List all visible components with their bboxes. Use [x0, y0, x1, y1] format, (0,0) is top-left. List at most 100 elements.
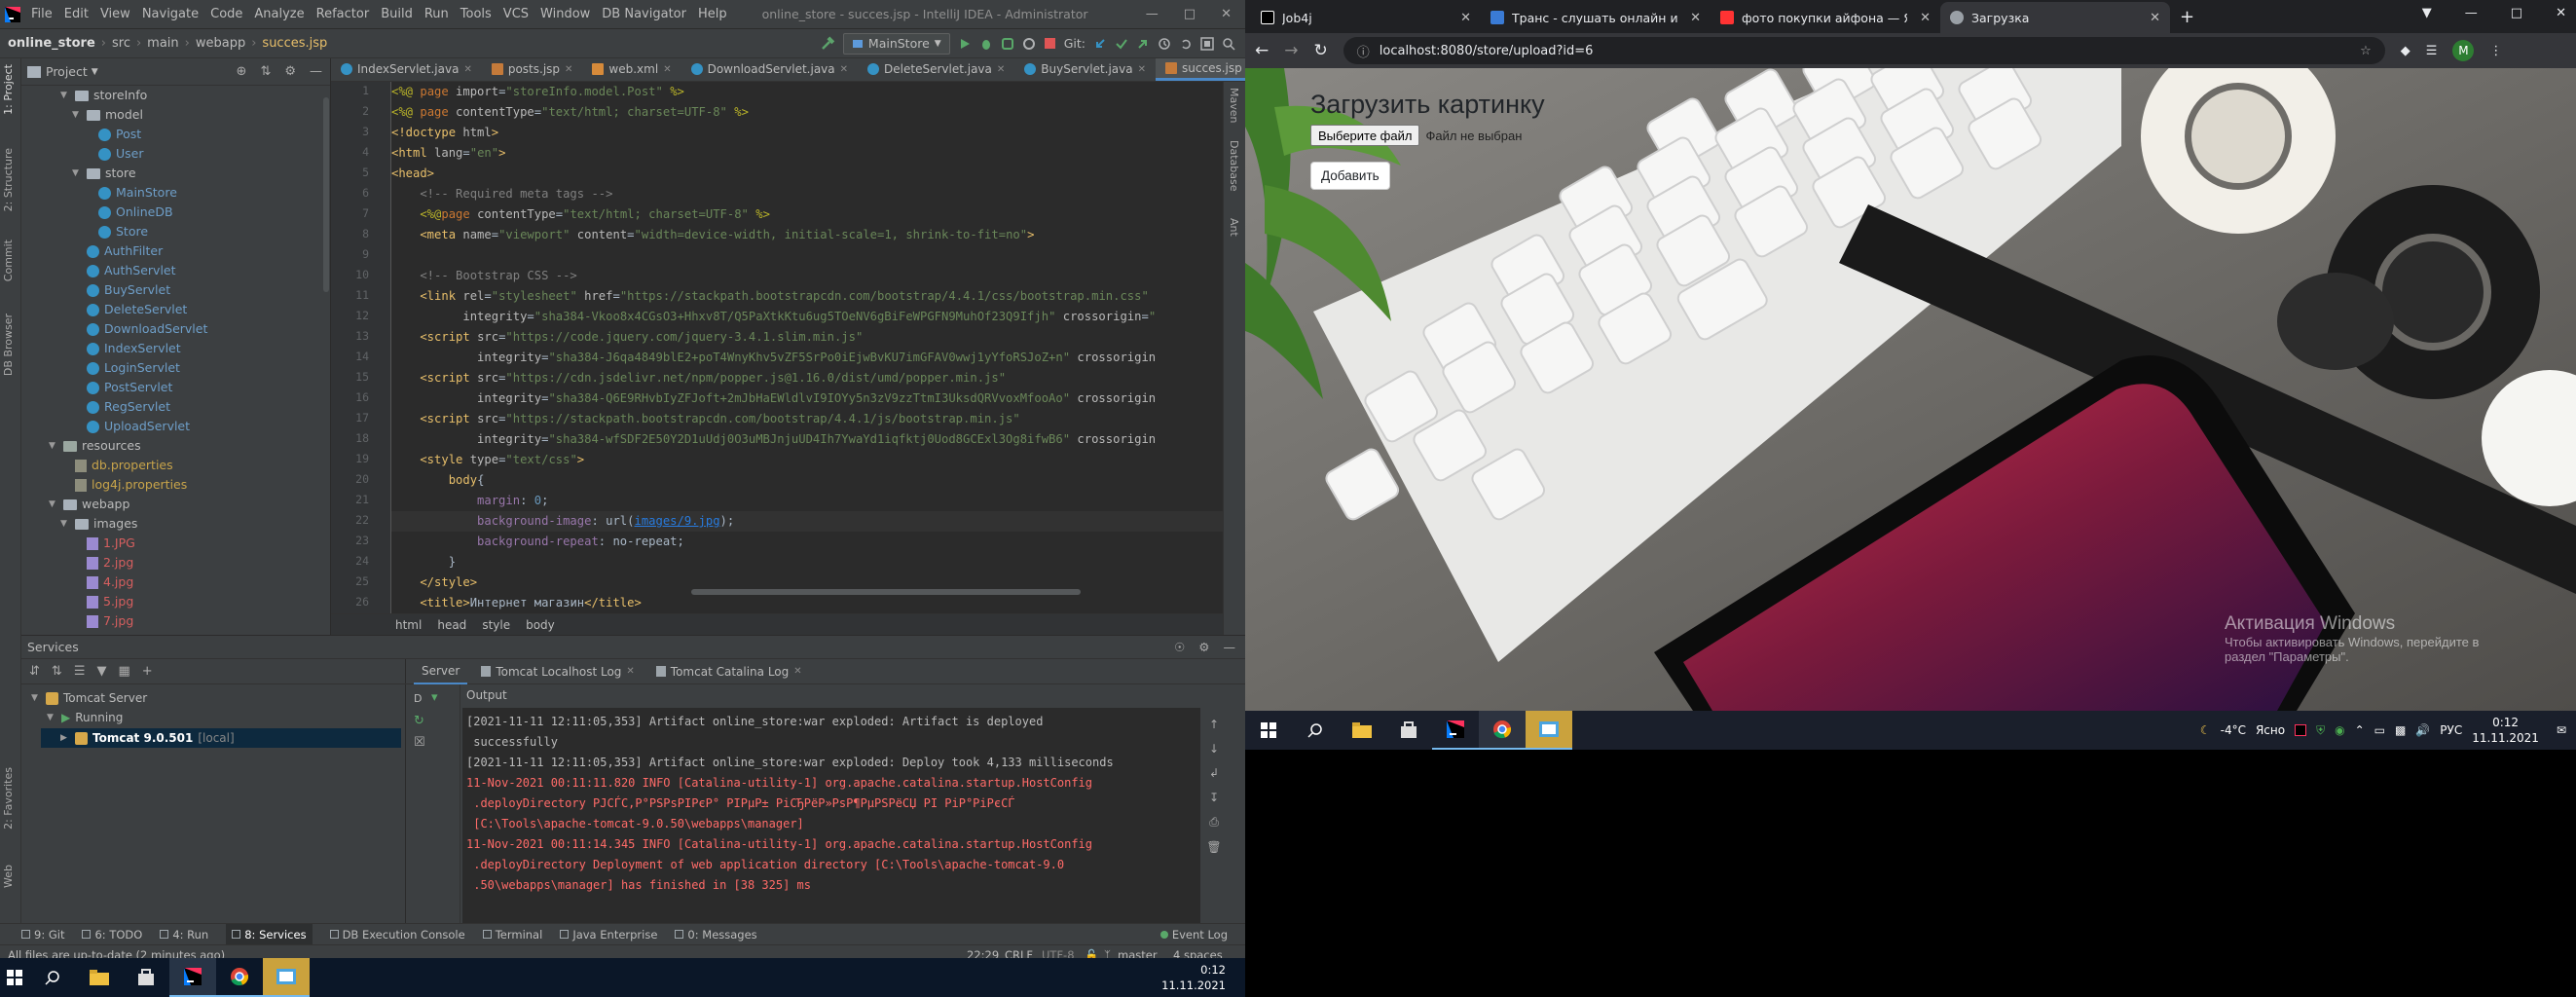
code-line[interactable]: <meta name="viewport" content="width=dev…	[391, 225, 1245, 245]
weather-temp[interactable]: -4°C	[2221, 723, 2246, 737]
event-log-button[interactable]: Event Log	[1159, 928, 1228, 942]
bottom-tool-button[interactable]: 6: TODO	[82, 928, 142, 942]
stop-icon[interactable]	[1044, 37, 1056, 50]
browser-tab[interactable]: Загрузка ✕	[1940, 2, 2170, 33]
tree-node-running[interactable]: ▼ ▶ Running	[47, 708, 123, 727]
output-tab[interactable]: Server	[414, 659, 468, 684]
project-structure-icon[interactable]	[1200, 36, 1214, 51]
tree-node[interactable]: Post	[84, 125, 141, 144]
rollback-icon[interactable]	[1179, 37, 1193, 51]
close-icon[interactable]: ✕	[2556, 6, 2566, 20]
volume-icon[interactable]: 🔊	[2415, 723, 2430, 737]
code-line[interactable]: <style type="text/css">	[391, 450, 1245, 470]
hide-panel-icon[interactable]: —	[310, 64, 322, 79]
globe-icon[interactable]: ☉	[1174, 640, 1185, 654]
tool-tab-favorites[interactable]: 2: Favorites	[2, 767, 15, 830]
maximize-icon[interactable]: □	[2511, 6, 2522, 20]
project-panel-title[interactable]: Project	[46, 64, 88, 79]
editor-breadcrumb-item[interactable]: body	[526, 618, 555, 632]
run-icon[interactable]	[958, 37, 972, 51]
profile-avatar[interactable]: M	[2452, 40, 2475, 61]
minimize-icon[interactable]: —	[2465, 6, 2478, 20]
tool-tab-ant[interactable]: Ant	[1228, 218, 1240, 237]
close-icon[interactable]: ✕	[793, 666, 801, 677]
close-icon[interactable]: ✕	[2150, 11, 2160, 25]
file-explorer-icon[interactable]	[76, 958, 123, 997]
menu-item-edit[interactable]: Edit	[58, 0, 94, 29]
tree-node[interactable]: AuthServlet	[72, 261, 176, 280]
menu-item-db-navigator[interactable]: DB Navigator	[596, 0, 692, 29]
code-line[interactable]: <script src="https://code.jquery.com/jqu…	[391, 327, 1245, 348]
info-icon[interactable]: ⓘ	[1357, 42, 1370, 60]
browser-tab[interactable]: Job4j ✕	[1251, 2, 1481, 33]
tree-node[interactable]: UploadServlet	[72, 417, 190, 436]
store-icon[interactable]	[1385, 711, 1432, 750]
arrow-down-icon[interactable]: ↓	[1209, 742, 1219, 756]
tree-node[interactable]: ▼ storeInfo	[60, 86, 147, 105]
close-icon[interactable]: ✕	[1690, 11, 1701, 25]
tree-node-tomcat-server[interactable]: ▼ Tomcat Server	[31, 688, 147, 708]
menu-item-build[interactable]: Build	[375, 0, 419, 29]
tree-node[interactable]: User	[84, 144, 144, 164]
menu-item-view[interactable]: View	[94, 0, 136, 29]
code-line[interactable]: <link rel="stylesheet" href="https://sta…	[391, 286, 1245, 307]
close-icon[interactable]: ✕	[840, 64, 848, 75]
tree-node[interactable]: ▼ model	[72, 105, 143, 125]
search-icon[interactable]	[1292, 711, 1339, 750]
tree-node[interactable]: 5.jpg	[72, 592, 133, 611]
gear-icon[interactable]: ⚙	[1198, 640, 1209, 654]
tree-node[interactable]: ▼ resources	[49, 436, 141, 456]
tool-tab-commit[interactable]: Commit	[2, 240, 15, 281]
tool-tab-maven[interactable]: Maven	[1228, 88, 1240, 123]
git-commit-icon[interactable]	[1115, 37, 1128, 51]
browser-tab[interactable]: Транс - слушать онлайн и с ✕	[1481, 2, 1711, 33]
code-line[interactable]: <script src="https://stackpath.bootstrap…	[391, 409, 1245, 429]
chrome-taskbar-icon[interactable]	[216, 958, 263, 997]
reading-list-icon[interactable]: ☰	[2426, 44, 2438, 58]
menu-item-window[interactable]: Window	[534, 0, 596, 29]
chevron-down-icon[interactable]: ▼	[92, 67, 98, 77]
editor-breadcrumb-item[interactable]: head	[437, 618, 466, 632]
menu-item-run[interactable]: Run	[419, 0, 455, 29]
new-tab-icon[interactable]: ▦	[118, 664, 129, 679]
file-explorer-icon[interactable]	[1339, 711, 1385, 750]
tool-tab-db-browser[interactable]: DB Browser	[2, 314, 15, 376]
redeploy-icon[interactable]: ↻	[414, 714, 424, 728]
tree-node[interactable]: OnlineDB	[84, 203, 173, 222]
intellij-taskbar-icon[interactable]	[169, 958, 216, 997]
notifications-icon[interactable]: ✉	[2557, 723, 2566, 737]
tree-node-tomcat-instance[interactable]: ▶ Tomcat 9.0.501 [local]	[41, 728, 401, 748]
close-icon[interactable]: ✕	[1221, 7, 1232, 21]
menu-item-file[interactable]: File	[25, 0, 58, 29]
menu-item-vcs[interactable]: VCS	[497, 0, 534, 29]
forward-icon[interactable]: →	[1284, 41, 1298, 60]
code-line[interactable]: <!-- Bootstrap CSS -->	[391, 266, 1245, 286]
tab-search-icon[interactable]: ▼	[2422, 6, 2432, 20]
bottom-tool-button[interactable]: 4: Run	[160, 928, 208, 942]
code-line[interactable]: <title>Интернет магазин</title>	[391, 593, 1245, 613]
undeploy-icon[interactable]: ☒	[414, 735, 425, 750]
soft-wrap-icon[interactable]: ↲	[1209, 766, 1219, 780]
extensions-icon[interactable]: ◆	[2401, 44, 2410, 58]
submit-add-button[interactable]: Добавить	[1310, 162, 1390, 190]
chevron-down-icon[interactable]: ▼	[60, 514, 70, 534]
editor-hscrollbar[interactable]	[691, 589, 1081, 595]
breadcrumb-item[interactable]: › succes.jsp	[245, 36, 327, 51]
locate-file-icon[interactable]: ⊕	[237, 64, 247, 79]
breadcrumb-item[interactable]: › main	[130, 36, 179, 51]
back-icon[interactable]: ←	[1255, 41, 1269, 60]
kebab-menu-icon[interactable]: ⋮	[2489, 44, 2502, 58]
breadcrumb-item[interactable]: › src	[95, 36, 130, 51]
new-tab-icon[interactable]: +	[2180, 7, 2194, 27]
bottom-tool-button[interactable]: 0: Messages	[675, 928, 757, 942]
intellij-tray-icon[interactable]	[2295, 724, 2307, 736]
tree-node[interactable]: PostServlet	[72, 378, 172, 397]
shield-icon[interactable]: ⛨	[2316, 723, 2325, 738]
weather-text[interactable]: Ясно	[2256, 723, 2285, 737]
group-icon[interactable]: ☰	[74, 664, 86, 679]
editor-tab[interactable]: BuyServlet.java ✕	[1014, 58, 1156, 81]
code-line[interactable]: <!doctype html>	[391, 123, 1245, 143]
run-config-select[interactable]: MainStore ▼	[842, 32, 950, 55]
tree-node[interactable]: db.properties	[60, 456, 173, 475]
choose-file-button[interactable]: Выберите файл	[1310, 125, 1420, 146]
